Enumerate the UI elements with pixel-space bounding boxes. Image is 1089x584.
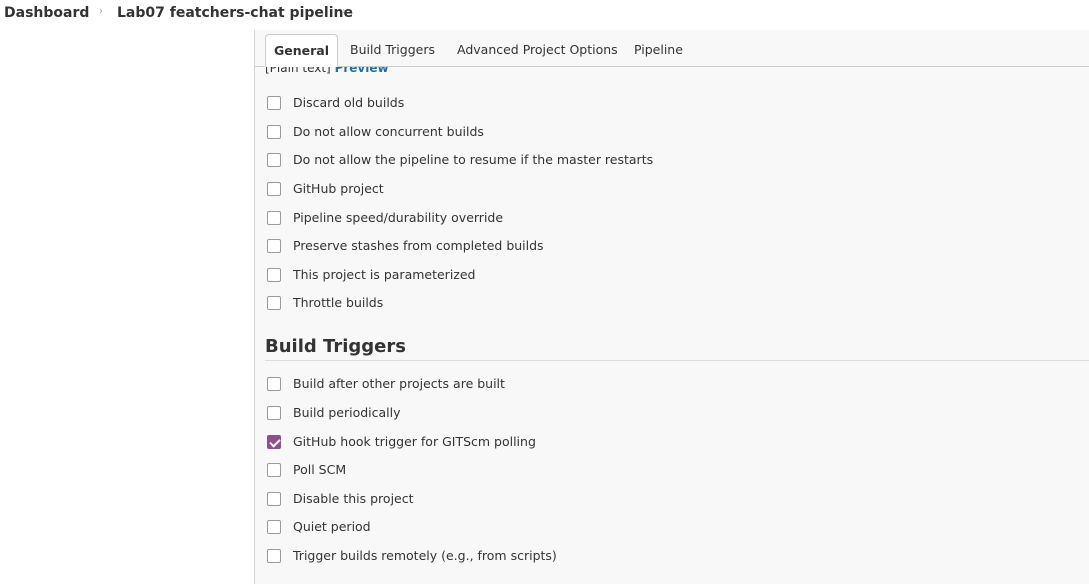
option-discard-old-builds[interactable]: Discard old builds <box>267 95 404 110</box>
trigger-after-other-projects[interactable]: Build after other projects are built <box>267 376 505 391</box>
checkbox[interactable] <box>267 548 281 563</box>
checkbox[interactable] <box>267 267 281 282</box>
breadcrumb-separator[interactable]: › <box>99 6 103 17</box>
option-throttle-builds[interactable]: Throttle builds <box>267 295 383 310</box>
trigger-poll-scm[interactable]: Poll SCM <box>267 462 346 477</box>
option-label: Throttle builds <box>293 295 384 310</box>
option-quiet-period[interactable]: Quiet period <box>267 519 371 534</box>
tab-general[interactable]: General <box>265 34 338 67</box>
breadcrumb: Dashboard › Lab07 featchers-chat pipelin… <box>0 0 1089 30</box>
option-preserve-stashes[interactable]: Preserve stashes from completed builds <box>267 238 544 253</box>
option-label: Poll SCM <box>293 462 347 477</box>
checkbox[interactable] <box>267 462 281 477</box>
checkbox[interactable] <box>267 152 281 167</box>
section-title-build-triggers: Build Triggers <box>265 336 406 357</box>
option-label: Trigger builds remotely (e.g., from scri… <box>293 548 557 563</box>
option-label: Do not allow the pipeline to resume if t… <box>293 152 654 167</box>
option-label: Build after other projects are built <box>293 376 505 391</box>
option-durability-override[interactable]: Pipeline speed/durability override <box>267 210 503 225</box>
trigger-github-hook[interactable]: GitHub hook trigger for GITScm polling <box>267 434 536 449</box>
option-label: Do not allow concurrent builds <box>293 124 484 139</box>
checkbox[interactable] <box>267 238 281 253</box>
breadcrumb-job-link[interactable]: Lab07 featchers-chat pipeline <box>117 5 353 21</box>
option-no-resume-on-restart[interactable]: Do not allow the pipeline to resume if t… <box>267 152 653 167</box>
option-github-project[interactable]: GitHub project <box>267 181 384 196</box>
checkbox[interactable] <box>267 95 281 110</box>
trigger-build-periodically[interactable]: Build periodically <box>267 405 401 420</box>
tab-pipeline[interactable]: Pipeline <box>634 34 683 65</box>
section-divider <box>265 360 1089 361</box>
checkbox[interactable] <box>267 376 281 391</box>
checkbox[interactable] <box>267 295 281 310</box>
option-label: Quiet period <box>293 519 371 534</box>
tab-advanced-project-options[interactable]: Advanced Project Options <box>457 34 618 65</box>
breadcrumb-dashboard-link[interactable]: Dashboard <box>4 5 89 21</box>
side-panel <box>0 30 254 584</box>
checkbox[interactable] <box>267 124 281 139</box>
config-form: General Build Triggers Advanced Project … <box>254 30 1089 584</box>
option-label: GitHub hook trigger for GITScm polling <box>293 434 536 449</box>
checkbox[interactable] <box>267 491 281 506</box>
config-tabbar: General Build Triggers Advanced Project … <box>255 30 1089 67</box>
option-parameterized[interactable]: This project is parameterized <box>267 267 475 282</box>
option-label: Preserve stashes from completed builds <box>293 238 544 253</box>
checkbox[interactable] <box>267 519 281 534</box>
trigger-builds-remotely[interactable]: Trigger builds remotely (e.g., from scri… <box>267 548 557 563</box>
option-label: Disable this project <box>293 491 414 506</box>
checkbox[interactable] <box>267 405 281 420</box>
option-label: Build periodically <box>293 405 401 420</box>
breadcrumb-separator[interactable]: › <box>342 6 346 17</box>
option-label: Discard old builds <box>293 95 405 110</box>
checkbox-checked[interactable] <box>267 434 281 449</box>
option-no-concurrent-builds[interactable]: Do not allow concurrent builds <box>267 124 484 139</box>
option-label: GitHub project <box>293 181 384 196</box>
checkbox[interactable] <box>267 210 281 225</box>
tab-build-triggers[interactable]: Build Triggers <box>350 34 435 65</box>
option-label: This project is parameterized <box>293 267 476 282</box>
option-label: Pipeline speed/durability override <box>293 210 504 225</box>
option-disable-project[interactable]: Disable this project <box>267 491 414 506</box>
checkbox[interactable] <box>267 181 281 196</box>
